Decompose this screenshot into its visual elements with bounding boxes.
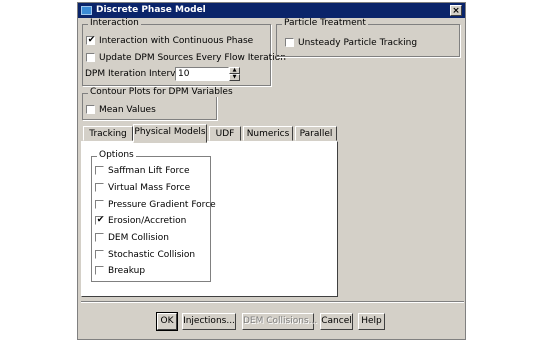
checkbox-box[interactable] — [95, 166, 104, 175]
checkbox-box[interactable]: ✔ — [95, 215, 105, 225]
breakup-checkbox[interactable]: Breakup — [95, 265, 145, 277]
checkbox-label: Pressure Gradient Force — [108, 200, 216, 210]
checkbox-box[interactable] — [86, 53, 95, 62]
tab-physical-models[interactable]: Physical Models — [133, 124, 207, 143]
tab-tracking[interactable]: Tracking — [83, 126, 133, 141]
cancel-button[interactable]: Cancel — [320, 313, 353, 330]
dem-collisions-button[interactable]: DEM Collisions... — [242, 313, 317, 330]
checkbox-label: Virtual Mass Force — [108, 183, 191, 193]
checkbox-box[interactable] — [95, 266, 104, 275]
tab-label: Tracking — [89, 129, 127, 139]
tab-parallel[interactable]: Parallel — [295, 126, 337, 141]
checkbox-label: Saffman Lift Force — [108, 166, 190, 176]
unsteady-particle-tracking-checkbox[interactable]: Unsteady Particle Tracking — [285, 37, 417, 49]
checkbox-box[interactable]: ✔ — [86, 35, 96, 45]
tab-label: Parallel — [299, 129, 333, 139]
tab-label: Numerics — [246, 129, 290, 139]
dpm-iteration-interval-stepper[interactable]: ▲ ▼ — [229, 67, 240, 81]
tab-udf[interactable]: UDF — [209, 126, 241, 141]
virtual-mass-force-checkbox[interactable]: Virtual Mass Force — [95, 182, 190, 194]
injections-button[interactable]: Injections... — [182, 313, 236, 330]
spin-down-icon[interactable]: ▼ — [229, 74, 240, 81]
spin-up-icon[interactable]: ▲ — [229, 67, 240, 74]
checkbox-label: Interaction with Continuous Phase — [99, 36, 254, 46]
checkbox-label: DEM Collision — [108, 233, 169, 243]
checkbox-label: Stochastic Collision — [108, 250, 196, 260]
interaction-continuous-phase-checkbox[interactable]: ✔ Interaction with Continuous Phase — [86, 35, 253, 47]
window-title: Discrete Phase Model — [96, 5, 206, 15]
checkbox-label: Breakup — [108, 266, 146, 276]
checkbox-box[interactable] — [86, 105, 95, 114]
update-dpm-sources-checkbox[interactable]: Update DPM Sources Every Flow Iteration — [86, 52, 286, 64]
pressure-gradient-force-checkbox[interactable]: Pressure Gradient Force — [95, 199, 216, 211]
checkbox-box[interactable] — [95, 250, 104, 259]
tab-label: Physical Models — [134, 127, 206, 137]
dem-collision-checkbox[interactable]: DEM Collision — [95, 232, 169, 244]
tab-label: UDF — [215, 129, 235, 139]
checkbox-box[interactable] — [95, 233, 104, 242]
checkbox-label: Mean Values — [99, 105, 156, 115]
checkbox-box[interactable] — [285, 38, 294, 47]
check-icon: ✔ — [87, 35, 96, 45]
checkbox-box[interactable] — [95, 183, 104, 192]
checkbox-label: Update DPM Sources Every Flow Iteration — [99, 53, 286, 63]
options-group-label: Options — [97, 150, 136, 160]
stochastic-collision-checkbox[interactable]: Stochastic Collision — [95, 249, 195, 261]
bottom-divider — [81, 301, 464, 303]
mean-values-checkbox[interactable]: Mean Values — [86, 104, 156, 116]
dpm-iteration-interval-label: DPM Iteration Interval — [85, 69, 184, 79]
particle-treatment-group-label: Particle Treatment — [282, 18, 368, 28]
app-icon — [81, 6, 92, 15]
help-button[interactable]: Help — [358, 313, 385, 330]
ok-button[interactable]: OK — [156, 312, 178, 331]
contour-plots-group-label: Contour Plots for DPM Variables — [88, 87, 235, 97]
interaction-group-label: Interaction — [88, 18, 141, 28]
checkbox-label: Unsteady Particle Tracking — [298, 38, 418, 48]
dpm-iteration-interval-input[interactable]: 10 — [175, 67, 229, 81]
checkbox-label: Erosion/Accretion — [108, 216, 187, 226]
checkbox-box[interactable] — [95, 200, 104, 209]
tab-numerics[interactable]: Numerics — [243, 126, 293, 141]
close-button[interactable]: × — [450, 5, 462, 16]
title-bar: Discrete Phase Model × — [78, 3, 465, 18]
saffman-lift-force-checkbox[interactable]: Saffman Lift Force — [95, 165, 190, 177]
check-icon: ✔ — [96, 215, 105, 225]
erosion-accretion-checkbox[interactable]: ✔ Erosion/Accretion — [95, 215, 186, 227]
